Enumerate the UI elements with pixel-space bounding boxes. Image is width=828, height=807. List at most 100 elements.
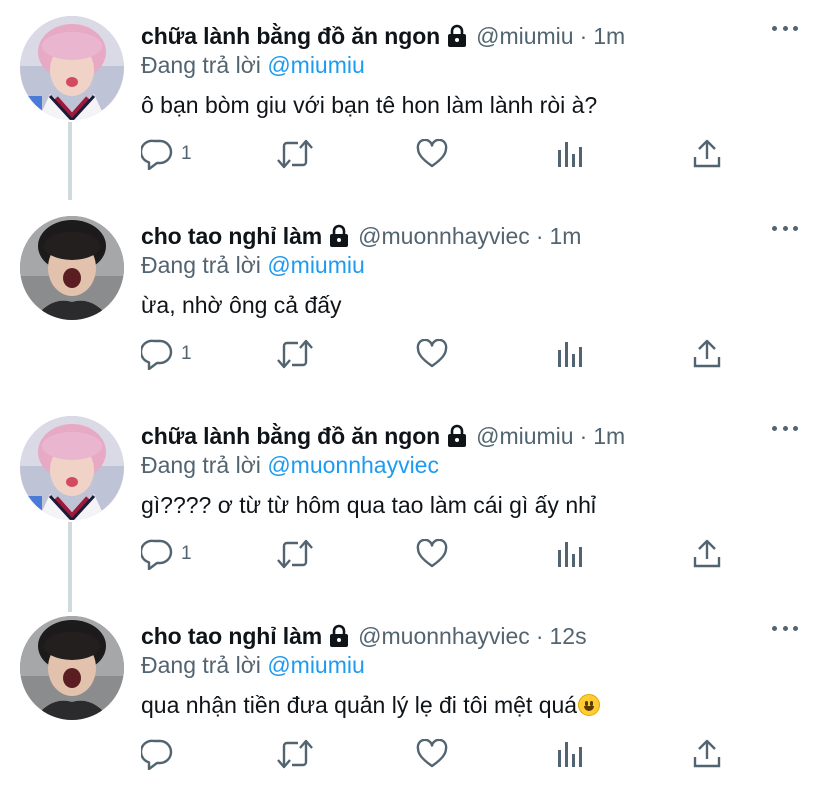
tweet[interactable]: cho tao nghỉ làm @muonnhayviec · 12s Đan… (0, 600, 828, 800)
replying-label: Đang trả lời (141, 652, 261, 678)
like-button[interactable] (416, 134, 448, 174)
user-handle[interactable]: @muonnhayviec (358, 223, 530, 250)
display-name[interactable]: chữa lành bằng đồ ăn ngon (141, 23, 440, 50)
reply-button[interactable]: 1 (141, 134, 192, 174)
more-dots-icon[interactable] (772, 26, 798, 34)
more-dots-icon[interactable] (772, 226, 798, 234)
tweet[interactable]: cho tao nghỉ làm @muonnhayviec · 1m Đang… (0, 200, 828, 400)
stats-button[interactable] (556, 334, 584, 374)
reply-count: 1 (181, 143, 192, 164)
tweet-actions: 1 (0, 334, 828, 374)
tweet-text-content: ô bạn bòm giu với bạn tê hon làm lành rò… (141, 92, 598, 118)
retweet-button[interactable] (276, 334, 314, 374)
share-button[interactable] (692, 334, 722, 374)
separator-dot: · (535, 622, 544, 649)
stats-icon (556, 540, 584, 568)
stats-button[interactable] (556, 734, 584, 774)
separator-dot: · (579, 22, 588, 49)
avatar[interactable] (20, 416, 124, 520)
replying-to: Đang trả lời @muonnhayviec (141, 452, 439, 479)
heart-icon (416, 139, 448, 169)
display-name[interactable]: cho tao nghỉ làm (141, 623, 322, 650)
retweet-button[interactable] (276, 534, 314, 574)
stats-button[interactable] (556, 134, 584, 174)
replying-to: Đang trả lời @miumiu (141, 52, 365, 79)
replying-label: Đang trả lời (141, 252, 261, 278)
tweet-header: chữa lành bằng đồ ăn ngon @miumiu · 1m (141, 20, 625, 52)
separator-dot: · (579, 422, 588, 449)
tweet-text: gì???? ơ từ từ hôm qua tao làm cái gì ấy… (141, 492, 596, 519)
tweet-header: cho tao nghỉ làm @muonnhayviec · 12s (141, 620, 587, 652)
lock-icon (328, 624, 350, 648)
display-name[interactable]: chữa lành bằng đồ ăn ngon (141, 423, 440, 450)
tweet-actions: 1 (0, 534, 828, 574)
tweet-text: ô bạn bòm giu với bạn tê hon làm lành rò… (141, 92, 597, 119)
avatar[interactable] (20, 16, 124, 120)
like-button[interactable] (416, 334, 448, 374)
share-icon (692, 539, 722, 569)
heart-icon (416, 739, 448, 769)
reply-icon (141, 338, 173, 370)
tweet-header: cho tao nghỉ làm @muonnhayviec · 1m (141, 220, 581, 252)
stats-button[interactable] (556, 534, 584, 574)
more-dots-icon[interactable] (772, 426, 798, 434)
reply-button[interactable]: 1 (141, 334, 192, 374)
reply-button[interactable]: 1 (141, 534, 192, 574)
reply-count: 1 (181, 343, 192, 364)
like-button[interactable] (416, 734, 448, 774)
reply-icon (141, 138, 173, 170)
timestamp[interactable]: 1m (593, 423, 625, 450)
lock-icon (328, 224, 350, 248)
user-handle[interactable]: @miumiu (476, 23, 573, 50)
mention-link[interactable]: @muonnhayviec (267, 452, 439, 478)
reply-icon (141, 738, 173, 770)
replying-label: Đang trả lời (141, 452, 261, 478)
mention-link[interactable]: @miumiu (267, 652, 364, 678)
mention-link[interactable]: @miumiu (267, 252, 364, 278)
reply-icon (141, 538, 173, 570)
retweet-button[interactable] (276, 734, 314, 774)
stats-icon (556, 140, 584, 168)
reply-count: 1 (181, 543, 192, 564)
retweet-button[interactable] (276, 134, 314, 174)
stats-icon (556, 340, 584, 368)
reply-button[interactable] (141, 734, 181, 774)
tweet-text: qua nhận tiền đưa quản lý lẹ đi tôi mệt … (141, 692, 601, 719)
avatar[interactable] (20, 616, 124, 720)
replying-to: Đang trả lời @miumiu (141, 252, 365, 279)
tweet-actions (0, 734, 828, 774)
user-handle[interactable]: @muonnhayviec (358, 623, 530, 650)
more-dots-icon[interactable] (772, 626, 798, 634)
retweet-icon (276, 738, 314, 770)
stats-icon (556, 740, 584, 768)
grinning-emoji-icon (578, 694, 601, 716)
mention-link[interactable]: @miumiu (267, 52, 364, 78)
retweet-icon (276, 138, 314, 170)
tweet-text-content: ừa, nhờ ông cả đấy (141, 292, 342, 318)
replying-to: Đang trả lời @miumiu (141, 652, 365, 679)
timestamp[interactable]: 1m (593, 23, 625, 50)
tweet[interactable]: chữa lành bằng đồ ăn ngon @miumiu · 1m Đ… (0, 0, 828, 200)
tweet-actions: 1 (0, 134, 828, 174)
retweet-icon (276, 338, 314, 370)
share-button[interactable] (692, 134, 722, 174)
timestamp[interactable]: 1m (549, 223, 581, 250)
avatar[interactable] (20, 216, 124, 320)
tweet[interactable]: chữa lành bằng đồ ăn ngon @miumiu · 1m Đ… (0, 400, 828, 600)
like-button[interactable] (416, 534, 448, 574)
lock-icon (446, 24, 468, 48)
tweet-text-content: qua nhận tiền đưa quản lý lẹ đi tôi mệt … (141, 692, 578, 718)
retweet-icon (276, 538, 314, 570)
user-handle[interactable]: @miumiu (476, 423, 573, 450)
display-name[interactable]: cho tao nghỉ làm (141, 223, 322, 250)
share-icon (692, 339, 722, 369)
separator-dot: · (535, 222, 544, 249)
heart-icon (416, 539, 448, 569)
replying-label: Đang trả lời (141, 52, 261, 78)
timestamp[interactable]: 12s (549, 623, 586, 650)
share-icon (692, 739, 722, 769)
lock-icon (446, 424, 468, 448)
share-button[interactable] (692, 734, 722, 774)
share-button[interactable] (692, 534, 722, 574)
heart-icon (416, 339, 448, 369)
